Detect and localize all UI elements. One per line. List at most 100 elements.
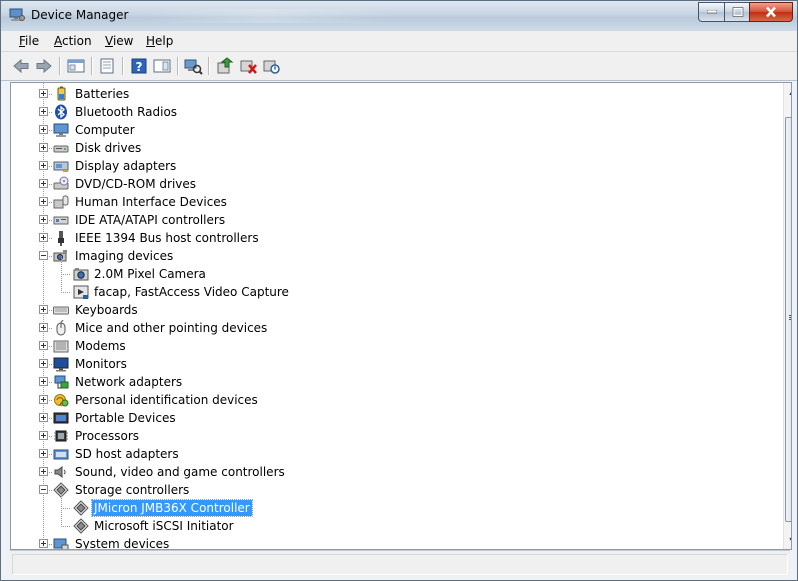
tree-category-network-adapters[interactable]: Network adapters [11, 373, 781, 391]
properties-button[interactable] [97, 56, 117, 76]
expand-icon[interactable] [39, 431, 48, 440]
forward-button[interactable] [34, 56, 54, 76]
maximize-button[interactable] [724, 2, 751, 22]
bluetooth-icon [53, 104, 69, 120]
scan-hardware-icon [184, 59, 203, 75]
tree-item-label: IEEE 1394 Bus host controllers [75, 231, 259, 245]
tree-category-ieee-1394-bus-host-controllers[interactable]: IEEE 1394 Bus host controllers [11, 229, 781, 247]
title-bar[interactable]: Device Manager [1, 1, 797, 31]
tree-item-label: Personal identification devices [75, 393, 258, 407]
tree-category-bluetooth-radios[interactable]: Bluetooth Radios [11, 103, 781, 121]
tree-category-portable-devices[interactable]: Portable Devices [11, 409, 781, 427]
expand-icon[interactable] [39, 323, 48, 332]
close-icon [766, 6, 776, 18]
uninstall-button[interactable] [238, 56, 258, 76]
tree-category-imaging-devices[interactable]: Imaging devices [11, 247, 781, 265]
scan-hardware-button[interactable] [183, 56, 203, 76]
expand-icon[interactable] [39, 449, 48, 458]
expand-icon[interactable] [39, 179, 48, 188]
tree-connector-line [61, 490, 62, 508]
help-icon: ? [131, 58, 147, 74]
expand-icon[interactable] [39, 89, 48, 98]
expand-icon[interactable] [39, 467, 48, 476]
expand-icon[interactable] [39, 107, 48, 116]
tree-category-storage-controllers[interactable]: Storage controllers [11, 481, 781, 499]
expand-icon[interactable] [39, 233, 48, 242]
tree-device-2-0m-pixel-camera[interactable]: 2.0M Pixel Camera [11, 256, 781, 283]
scrollbar-thumb[interactable] [785, 117, 791, 522]
scroll-down-arrow-icon[interactable]: ▼ [784, 532, 791, 549]
tree-device-facap-fastaccess-video-capture[interactable]: facap, FastAccess Video Capture [11, 274, 781, 301]
expand-icon[interactable] [39, 359, 48, 368]
tree-item-label: Imaging devices [75, 249, 174, 263]
tree-category-system-devices[interactable]: System devices [11, 535, 781, 550]
show-hide-tree-button[interactable] [66, 56, 86, 76]
menu-bar: File Action View Help [1, 31, 797, 52]
show-details-button[interactable] [152, 56, 172, 76]
device-tree[interactable]: Batteries Bluetooth Radios Computer Disk dr… [10, 82, 792, 550]
tree-category-sd-host-adapters[interactable]: SD host adapters [11, 445, 781, 463]
collapse-icon[interactable] [39, 485, 48, 494]
expand-icon[interactable] [39, 197, 48, 206]
expand-icon[interactable] [39, 215, 48, 224]
back-button[interactable] [11, 56, 31, 76]
expand-icon[interactable] [39, 341, 48, 350]
tree-item-label: Mice and other pointing devices [75, 321, 268, 335]
title-bar-reflection [141, 9, 391, 23]
expand-icon[interactable] [39, 143, 48, 152]
storage-controller-icon [73, 518, 89, 534]
tree-category-disk-drives[interactable]: Disk drives [11, 139, 781, 157]
menu-file[interactable]: File [19, 34, 39, 48]
tree-category-sound-video-and-game-controllers[interactable]: Sound, video and game controllers [11, 463, 781, 481]
close-button[interactable] [749, 2, 793, 22]
tree-category-personal-identification-devices[interactable]: Personal identification devices [11, 391, 781, 409]
tree-category-keyboards[interactable]: Keyboards [11, 301, 781, 319]
computer-icon [53, 122, 69, 138]
expand-icon[interactable] [39, 125, 48, 134]
toolbar-separator [208, 57, 210, 75]
tree-category-human-interface-devices[interactable]: Human Interface Devices [11, 193, 781, 211]
expand-icon[interactable] [39, 413, 48, 422]
battery-icon [53, 86, 69, 102]
tree-item-label: Processors [75, 429, 140, 443]
menu-help[interactable]: Help [146, 34, 173, 48]
tree-item-label: Sound, video and game controllers [75, 465, 285, 479]
tree-item-label: Microsoft iSCSI Initiator [94, 519, 234, 533]
tree-device-jmicron-jmb36x-controller[interactable]: JMicron JMB36X Controller [11, 490, 781, 517]
tree-connector-line [61, 274, 62, 292]
tree-device-microsoft-iscsi-initiator[interactable]: Microsoft iSCSI Initiator [11, 508, 781, 535]
expand-icon[interactable] [39, 161, 48, 170]
expand-icon[interactable] [39, 395, 48, 404]
tree-category-mice-and-other-pointing-devices[interactable]: Mice and other pointing devices [11, 319, 781, 337]
device-manager-app-icon [9, 8, 25, 22]
disable-button[interactable] [261, 56, 281, 76]
tree-category-batteries[interactable]: Batteries [11, 85, 781, 103]
help-button[interactable]: ? [129, 56, 149, 76]
storage-controller-icon [73, 500, 89, 516]
tree-category-ide-ata-atapi-controllers[interactable]: IDE ATA/ATAPI controllers [11, 211, 781, 229]
menu-view[interactable]: View [105, 34, 133, 48]
speaker-icon [53, 464, 69, 480]
tree-item-label: Network adapters [75, 375, 183, 389]
sd-card-icon [53, 446, 69, 462]
update-driver-button[interactable] [215, 56, 235, 76]
minimize-button[interactable] [698, 2, 726, 22]
tree-category-dvd-cd-rom-drives[interactable]: DVD/CD-ROM drives [11, 175, 781, 193]
tree-category-computer[interactable]: Computer [11, 121, 781, 139]
uninstall-icon [240, 60, 257, 74]
tree-item-label: System devices [75, 537, 170, 550]
collapse-icon[interactable] [39, 251, 48, 260]
firewire-icon [53, 230, 69, 246]
tree-category-display-adapters[interactable]: Display adapters [11, 157, 781, 175]
tree-category-monitors[interactable]: Monitors [11, 355, 781, 373]
scroll-up-arrow-icon[interactable]: ▲ [784, 83, 791, 100]
vertical-scrollbar[interactable]: ▲ ▼ [783, 83, 791, 549]
tree-category-modems[interactable]: Modems [11, 337, 781, 355]
expand-icon[interactable] [39, 377, 48, 386]
tree-item-label: JMicron JMB36X Controller [91, 499, 253, 517]
expand-icon[interactable] [39, 305, 48, 314]
scrollbar-grip [789, 317, 791, 318]
expand-icon[interactable] [39, 539, 48, 548]
tree-category-processors[interactable]: Processors [11, 427, 781, 445]
menu-action[interactable]: Action [54, 34, 92, 48]
